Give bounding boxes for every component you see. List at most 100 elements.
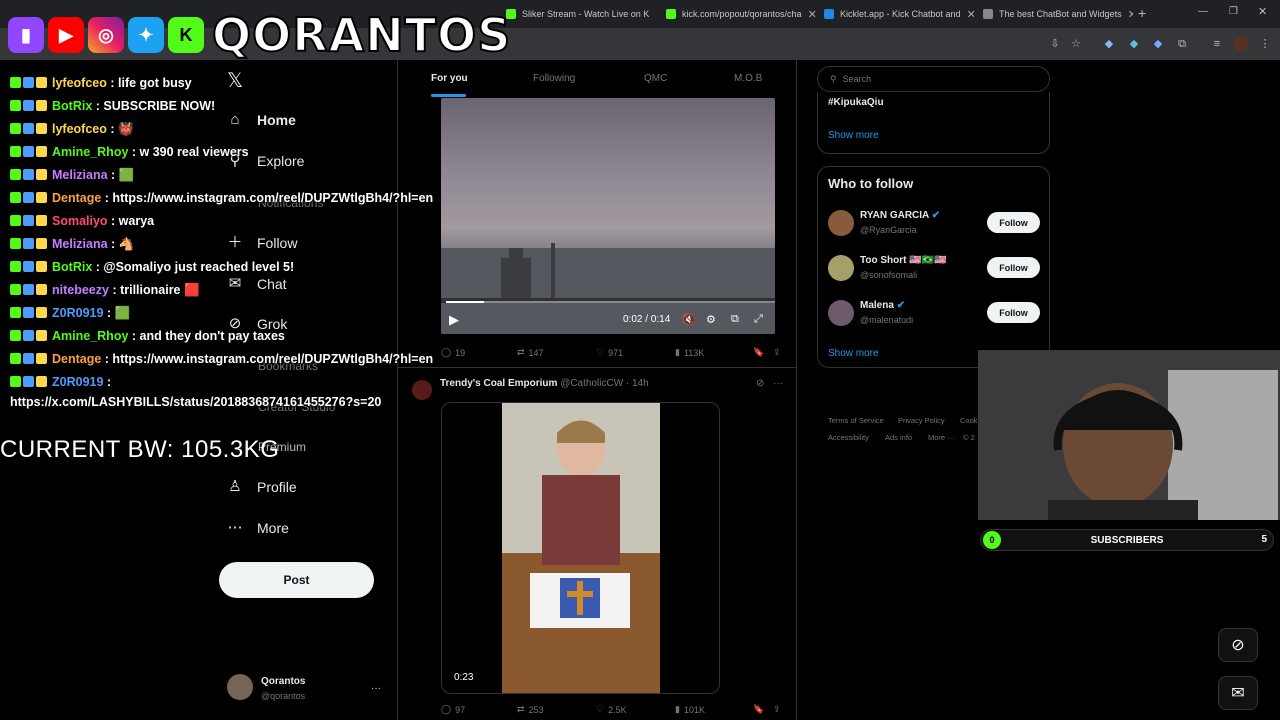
grok-icon[interactable]: ⊘: [756, 378, 764, 389]
trend-item[interactable]: #KipukaQiu: [828, 97, 884, 108]
avatar[interactable]: [828, 255, 854, 281]
suggestion-name[interactable]: RYAN GARCIA ✔: [860, 210, 940, 221]
messages-icon[interactable]: ✉: [1218, 676, 1258, 710]
follow-button[interactable]: Follow: [987, 212, 1040, 233]
author-handle[interactable]: @CatholicCW: [560, 378, 623, 389]
close-icon[interactable]: ✕: [808, 8, 816, 21]
like-button[interactable]: ♡ 971: [596, 347, 623, 358]
avatar[interactable]: [828, 300, 854, 326]
browser-tab[interactable]: Sliker Stream - Watch Live on K ✕: [498, 0, 656, 28]
chat-message: Dentage : https://www.instagram.com/reel…: [10, 191, 433, 205]
footer-link[interactable]: More ···: [928, 433, 955, 442]
chat-username[interactable]: lyfeofceo: [52, 76, 107, 90]
chat-username[interactable]: BotRix: [52, 99, 92, 113]
more-options-icon[interactable]: ···: [773, 378, 783, 389]
nav-profile[interactable]: ♙ Profile: [227, 479, 296, 496]
avatar[interactable]: [227, 674, 253, 700]
media-icon[interactable]: ≡: [1210, 37, 1224, 51]
follow-button[interactable]: Follow: [987, 257, 1040, 278]
browser-tab[interactable]: Kicklet.app - Kick Chatbot and ✕: [816, 0, 974, 28]
browser-tab[interactable]: kick.com/popout/qorantos/cha ✕: [658, 0, 816, 28]
post-button[interactable]: Post: [219, 562, 374, 598]
chat-username[interactable]: Z0R0919: [52, 375, 103, 389]
reply-button[interactable]: ◯ 19: [441, 347, 465, 358]
chat-username[interactable]: Z0R0919: [52, 306, 103, 320]
close-icon[interactable]: ✕: [655, 8, 656, 21]
footer-link[interactable]: Privacy Policy: [898, 416, 945, 425]
browser-tab[interactable]: The best ChatBot and Widgets ✕: [975, 0, 1133, 28]
video-time: 0:02 / 0:14: [623, 314, 671, 325]
chat-username[interactable]: Meliziana: [52, 168, 108, 182]
chat-badge-icon: [23, 353, 34, 364]
author-name[interactable]: Trendy's Coal Emporium: [440, 378, 557, 389]
repost-button[interactable]: ⇄ 147: [517, 347, 544, 358]
profile-avatar-icon[interactable]: [1234, 37, 1248, 51]
views-button[interactable]: ▮ 113K: [675, 347, 704, 358]
footer-link[interactable]: Terms of Service: [828, 416, 884, 425]
extension-icon[interactable]: ◆: [1151, 37, 1165, 51]
pip-icon[interactable]: ⧉: [731, 313, 739, 326]
brand-name: QORANTOS: [211, 7, 512, 63]
suggestion-name[interactable]: Malena ✔: [860, 300, 905, 311]
tab-qmc[interactable]: QMC: [644, 73, 667, 84]
close-window-icon[interactable]: ✕: [1258, 5, 1267, 18]
tab-following[interactable]: Following: [533, 73, 575, 84]
chat-text: : SUBSCRIBE NOW!: [92, 99, 216, 113]
fullscreen-icon[interactable]: ⤢: [754, 313, 763, 326]
search-input[interactable]: ⚲ Search: [817, 66, 1050, 92]
footer-link[interactable]: Ads info: [885, 433, 912, 442]
show-more-link[interactable]: Show more: [828, 348, 879, 359]
extension-icon[interactable]: ◆: [1102, 37, 1116, 51]
chat-username[interactable]: Dentage: [52, 352, 101, 366]
minimize-icon[interactable]: —: [1198, 6, 1208, 17]
install-icon[interactable]: ⇩: [1048, 37, 1062, 51]
account-menu-icon[interactable]: ···: [371, 683, 381, 694]
follow-button[interactable]: Follow: [987, 302, 1040, 323]
maximize-icon[interactable]: ❐: [1229, 6, 1238, 17]
like-button[interactable]: ♡ 2.5K: [596, 704, 627, 715]
views-button[interactable]: ▮ 101K: [675, 704, 705, 715]
suggestion-name[interactable]: Too Short 🇺🇸🇧🇷🇺🇸: [860, 255, 947, 266]
video-player[interactable]: ▶ 0:02 / 0:14 🔇 ⚙ ⧉ ⤢: [441, 98, 775, 334]
chat-username[interactable]: Somaliyo: [52, 214, 108, 228]
share-icon[interactable]: ⇪: [773, 347, 781, 358]
chat-username[interactable]: nitebeezy: [52, 283, 109, 297]
chat-username[interactable]: Meliziana: [52, 237, 108, 251]
repost-count: 253: [528, 704, 544, 715]
new-tab-button[interactable]: +: [1138, 5, 1146, 21]
chat-badge-icon: [10, 169, 21, 180]
play-icon[interactable]: ▶: [449, 312, 459, 328]
chat-username[interactable]: Amine_Rhoy: [52, 145, 128, 159]
avatar[interactable]: [828, 210, 854, 236]
reply-button[interactable]: ◯ 97: [441, 704, 465, 715]
video-player[interactable]: 0:23: [441, 402, 720, 694]
extensions-puzzle-icon[interactable]: ⧉: [1175, 37, 1189, 51]
nav-more[interactable]: ⋯ More: [227, 520, 289, 537]
menu-kebab-icon[interactable]: ⋮: [1258, 37, 1272, 51]
chat-badge-icon: [10, 353, 21, 364]
chat-badge-icon: [23, 169, 34, 180]
settings-icon[interactable]: ⚙: [706, 313, 716, 326]
repost-button[interactable]: ⇄ 253: [517, 704, 544, 715]
chat-username[interactable]: BotRix: [52, 260, 92, 274]
footer-link[interactable]: Cook: [960, 416, 978, 425]
reply-count: 19: [455, 347, 466, 358]
bookmark-icon[interactable]: 🔖: [753, 347, 764, 358]
extension-icon[interactable]: ◆: [1127, 37, 1141, 51]
close-icon[interactable]: ✕: [967, 8, 974, 21]
chat-username[interactable]: lyfeofceo: [52, 122, 107, 136]
tab-label: Sliker Stream - Watch Live on K: [522, 9, 650, 19]
tab-mob[interactable]: M.O.B: [734, 73, 762, 84]
bookmark-icon[interactable]: 🔖: [753, 704, 764, 715]
mute-icon[interactable]: 🔇: [682, 313, 696, 326]
account-handle: @qorantos: [261, 691, 306, 701]
subs-goal-count: 5: [1261, 534, 1267, 545]
share-icon[interactable]: ⇪: [773, 704, 781, 715]
chat-username[interactable]: Dentage: [52, 191, 101, 205]
close-icon[interactable]: ✕: [1128, 8, 1133, 21]
star-icon[interactable]: ☆: [1069, 37, 1083, 51]
grok-icon[interactable]: ⊘: [1218, 628, 1258, 662]
show-more-link[interactable]: Show more: [828, 130, 879, 141]
footer-link[interactable]: Accessibility: [828, 433, 869, 442]
chat-username[interactable]: Amine_Rhoy: [52, 329, 128, 343]
